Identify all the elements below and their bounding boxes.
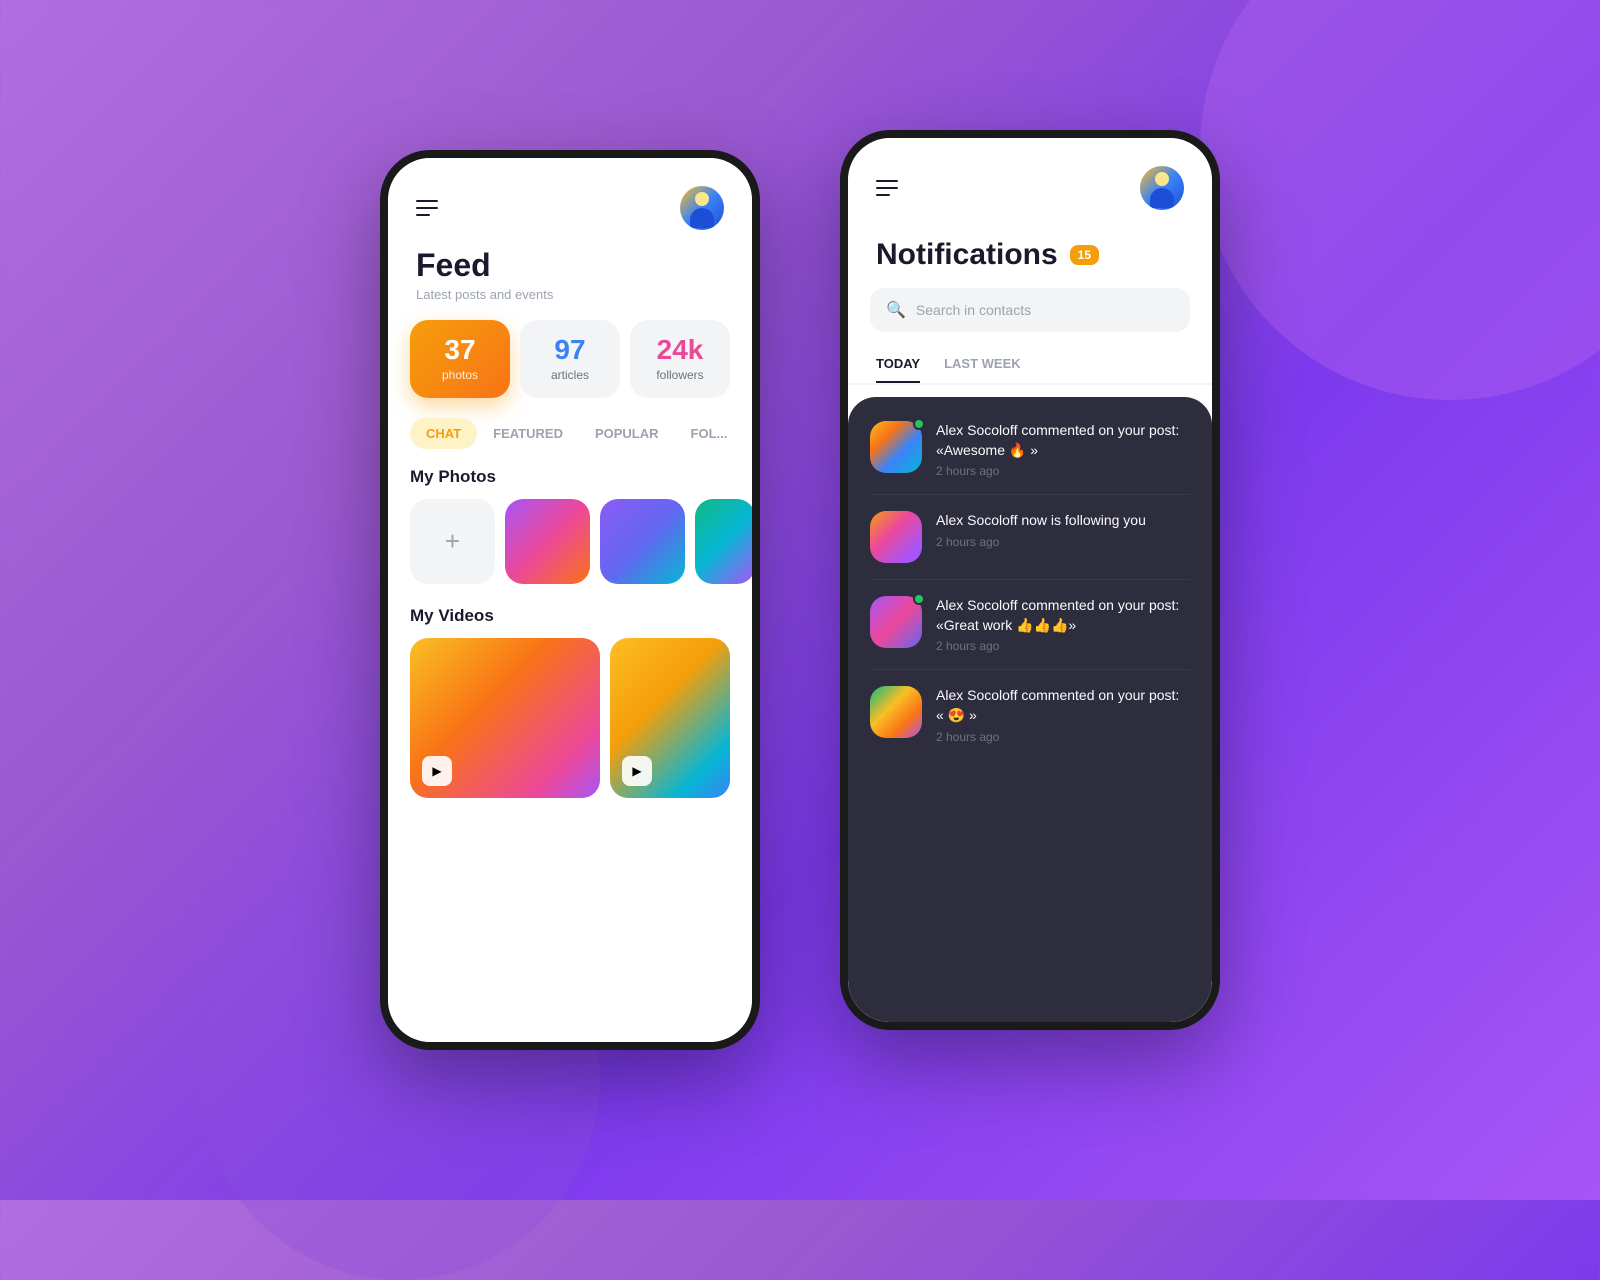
- video-1[interactable]: ▶: [410, 638, 600, 798]
- notif-item-3[interactable]: Alex Socoloff commented on your post: «G…: [848, 580, 1212, 669]
- notif-content-2: Alex Socoloff now is following you 2 hou…: [936, 511, 1190, 549]
- stat-followers-label: followers: [656, 368, 703, 382]
- stats-row: 37 photos 97 articles 24k followers: [388, 320, 752, 398]
- notif-time-4: 2 hours ago: [936, 730, 1190, 744]
- photo-1[interactable]: [505, 499, 590, 584]
- notif-avatar-4: [870, 686, 922, 738]
- search-placeholder: Search in contacts: [916, 302, 1031, 318]
- notifications-badge: 15: [1070, 245, 1099, 265]
- notif-item-1[interactable]: Alex Socoloff commented on your post: «A…: [848, 405, 1212, 494]
- search-bar[interactable]: 🔍 Search in contacts: [870, 288, 1190, 332]
- menu-icon-2[interactable]: [876, 180, 898, 196]
- photos-row: +: [388, 499, 752, 584]
- notif-avatar-3: [870, 596, 922, 648]
- notif-item-4[interactable]: Alex Socoloff commented on your post: « …: [848, 670, 1212, 759]
- stat-followers[interactable]: 24k followers: [630, 320, 730, 398]
- feed-tabs: CHAT FEATURED POPULAR FOL...: [388, 418, 752, 449]
- phone1-header: [388, 158, 752, 240]
- notif-avatar-1: [870, 421, 922, 473]
- feed-subtitle: Latest posts and events: [416, 287, 724, 302]
- notif-time-2: 2 hours ago: [936, 535, 1190, 549]
- tab-chat[interactable]: CHAT: [410, 418, 477, 449]
- notif-content-4: Alex Socoloff commented on your post: « …: [936, 686, 1190, 743]
- photos-section-title: My Photos: [388, 467, 752, 487]
- notif-text-1: Alex Socoloff commented on your post: «A…: [936, 421, 1190, 460]
- online-indicator-3: [913, 593, 925, 605]
- online-indicator-1: [913, 418, 925, 430]
- notif-text-3: Alex Socoloff commented on your post: «G…: [936, 596, 1190, 635]
- notif-item-2[interactable]: Alex Socoloff now is following you 2 hou…: [848, 495, 1212, 579]
- notif-text-2: Alex Socoloff now is following you: [936, 511, 1190, 531]
- play-icon-1[interactable]: ▶: [422, 756, 452, 786]
- plus-icon: +: [445, 526, 460, 557]
- videos-row: ▶ ▶: [388, 638, 752, 798]
- notifications-title: Notifications: [876, 238, 1058, 272]
- notifications-tabs: TODAY LAST WEEK: [848, 348, 1212, 385]
- search-icon: 🔍: [886, 300, 906, 320]
- notif-content-1: Alex Socoloff commented on your post: «A…: [936, 421, 1190, 478]
- notif-text-4: Alex Socoloff commented on your post: « …: [936, 686, 1190, 725]
- stat-photos-label: photos: [442, 368, 478, 382]
- stat-articles-number: 97: [554, 336, 585, 364]
- tab-last-week[interactable]: LAST WEEK: [944, 356, 1021, 383]
- stat-photos[interactable]: 37 photos: [410, 320, 510, 398]
- video-2[interactable]: ▶: [610, 638, 730, 798]
- tab-popular[interactable]: POPULAR: [579, 418, 675, 449]
- stat-articles[interactable]: 97 articles: [520, 320, 620, 398]
- play-icon-2[interactable]: ▶: [622, 756, 652, 786]
- photo-3[interactable]: [695, 499, 752, 584]
- phone-feed: Feed Latest posts and events 37 photos 9…: [380, 150, 760, 1050]
- avatar-2[interactable]: [1140, 166, 1184, 210]
- phone2-header: [848, 138, 1212, 226]
- stat-photos-number: 37: [444, 336, 475, 364]
- notifications-title-wrap: Notifications 15: [848, 238, 1212, 272]
- feed-title: Feed: [416, 248, 724, 283]
- menu-icon[interactable]: [416, 200, 438, 216]
- stat-articles-label: articles: [551, 368, 589, 382]
- notif-content-3: Alex Socoloff commented on your post: «G…: [936, 596, 1190, 653]
- phone-notifications: Notifications 15 🔍 Search in contacts TO…: [840, 130, 1220, 1030]
- notif-time-3: 2 hours ago: [936, 639, 1190, 653]
- feed-title-section: Feed Latest posts and events: [388, 240, 752, 320]
- tab-today[interactable]: TODAY: [876, 356, 920, 383]
- add-photo-button[interactable]: +: [410, 499, 495, 584]
- tab-fol[interactable]: FOL...: [675, 418, 744, 449]
- notif-avatar-2: [870, 511, 922, 563]
- notifications-list: Alex Socoloff commented on your post: «A…: [848, 397, 1212, 1022]
- stat-followers-number: 24k: [657, 336, 704, 364]
- notif-time-1: 2 hours ago: [936, 464, 1190, 478]
- photo-2[interactable]: [600, 499, 685, 584]
- avatar[interactable]: [680, 186, 724, 230]
- videos-section-title: My Videos: [388, 606, 752, 626]
- tab-featured[interactable]: FEATURED: [477, 418, 579, 449]
